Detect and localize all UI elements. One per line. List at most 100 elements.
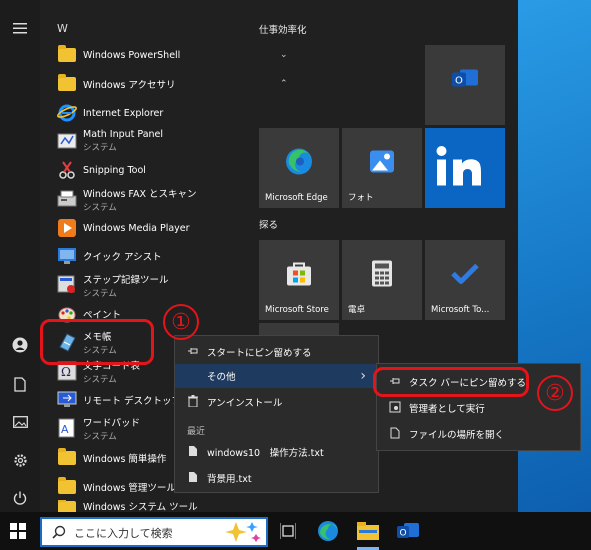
chevron-down-icon[interactable]: ⌄ (280, 50, 288, 60)
app-quick-assist[interactable]: クイック アシスト (48, 242, 248, 270)
context-menu: スタートにピン留めする その他 › アンインストール 最近 windows10 … (174, 335, 379, 493)
power-icon[interactable] (8, 486, 32, 510)
chevron-right-icon: › (360, 368, 366, 384)
annotation-one: ① (163, 304, 199, 340)
steps-recorder-icon (56, 274, 78, 296)
tile-photos[interactable]: フォト (342, 128, 422, 208)
tile-microsoft-store[interactable]: Microsoft Store (259, 240, 339, 320)
app-label: Windows 簡単操作 (83, 454, 167, 465)
app-label: Math Input Panel (83, 129, 164, 140)
hamburger-menu-icon[interactable] (8, 16, 32, 40)
highlight-notepad (40, 319, 154, 365)
app-sublabel: システム (83, 202, 117, 213)
app-internet-explorer[interactable]: Internet Explorer (48, 99, 248, 127)
svg-text:O: O (455, 76, 463, 87)
app-sublabel: システム (83, 288, 117, 299)
tile-calculator[interactable]: 電卓 (342, 240, 422, 320)
snipping-tool-icon (56, 159, 78, 181)
app-label: Windows 管理ツール (83, 483, 176, 494)
recent-item-label: windows10 操作方法.txt (207, 448, 324, 459)
folder-icon (56, 476, 78, 498)
user-account-icon[interactable] (8, 333, 32, 357)
app-snipping-tool[interactable]: Snipping Tool (48, 156, 248, 184)
internet-explorer-icon (56, 102, 78, 124)
tile-linkedin[interactable] (425, 128, 505, 208)
svg-text:O: O (400, 529, 407, 539)
file-location-icon (389, 427, 401, 442)
app-label: Windows PowerShell (83, 49, 181, 61)
recent-header: 最近 (187, 427, 206, 437)
tile-label: Microsoft Store (265, 305, 329, 315)
app-folder-powershell[interactable]: Windows PowerShell ⌄ (48, 41, 288, 69)
taskbar: ここに入力して検索 O (0, 512, 591, 550)
menu-item-uninstall[interactable]: アンインストール (175, 390, 378, 414)
group-title-explore[interactable]: 探る (259, 217, 278, 231)
app-label: Windows Media Player (83, 222, 190, 234)
task-view-icon[interactable] (279, 523, 297, 542)
app-math-input-panel[interactable]: Math Input Panel システム (48, 127, 248, 155)
tile-partial[interactable] (259, 323, 339, 335)
taskbar-search-box[interactable]: ここに入力して検索 (40, 517, 268, 547)
app-label: Windows FAX とスキャン (83, 188, 197, 200)
search-highlight-icon (222, 520, 266, 547)
wordpad-icon: A (56, 417, 78, 439)
app-windows-media-player[interactable]: Windows Media Player (48, 214, 248, 242)
tile-label: 電卓 (348, 305, 366, 315)
windows-start-icon[interactable] (10, 523, 26, 542)
app-windows-fax[interactable]: Windows FAX とスキャン システム (48, 185, 248, 213)
folder-icon (56, 44, 78, 66)
tile-label: Microsoft To... (431, 305, 490, 315)
app-label: ワードパッド (83, 417, 141, 429)
checkmark-icon (450, 262, 480, 289)
menu-item-label: 管理者として実行 (409, 404, 485, 415)
section-letter[interactable]: W (57, 22, 68, 35)
fax-icon (56, 188, 78, 210)
tile-microsoft-edge[interactable]: Microsoft Edge (259, 128, 339, 208)
menu-item-label: アンインストール (207, 398, 283, 409)
file-explorer-icon[interactable] (357, 522, 379, 543)
tile-outlook[interactable]: O (425, 45, 505, 125)
menu-item-pin-to-start[interactable]: スタートにピン留めする (175, 340, 378, 364)
settings-gear-icon[interactable] (8, 448, 32, 472)
tile-microsoft-todo[interactable]: Microsoft To... (425, 240, 505, 320)
menu-item-open-file-location[interactable]: ファイルの場所を開く (377, 422, 580, 446)
media-player-icon (56, 217, 78, 239)
search-icon (52, 525, 66, 542)
menu-item-more[interactable]: その他 › (175, 364, 378, 388)
chevron-up-icon[interactable]: ⌃ (280, 79, 288, 89)
app-sublabel: システム (83, 143, 117, 153)
start-rail (0, 0, 40, 512)
search-placeholder: ここに入力して検索 (74, 527, 173, 540)
trash-icon (187, 394, 199, 410)
menu-item-label: ファイルの場所を開く (409, 430, 505, 441)
pictures-icon[interactable] (8, 410, 32, 434)
outlook-taskbar-icon[interactable]: O (397, 521, 419, 544)
pin-icon (187, 346, 199, 359)
app-steps-recorder[interactable]: ステップ記録ツール システム (48, 271, 248, 299)
annotation-two: ② (537, 375, 573, 411)
recent-item[interactable]: 背景用.txt (175, 466, 378, 490)
app-label: Snipping Tool (83, 164, 146, 176)
tile-label: フォト (348, 193, 374, 203)
app-folder-accessories[interactable]: Windows アクセサリ ⌃ (48, 70, 288, 98)
linkedin-icon (435, 146, 495, 191)
photos-icon (369, 150, 395, 177)
admin-shield-icon (389, 401, 401, 416)
app-sublabel: システム (83, 431, 117, 442)
menu-item-label: スタートにピン留めする (207, 348, 312, 359)
app-label: Internet Explorer (83, 107, 164, 119)
remote-desktop-icon (56, 389, 78, 411)
folder-icon (56, 73, 78, 95)
folder-icon (56, 500, 78, 512)
recent-item[interactable]: windows10 操作方法.txt (175, 440, 378, 464)
quick-assist-icon (56, 245, 78, 267)
file-icon (187, 445, 199, 460)
math-input-icon (56, 130, 78, 152)
documents-icon[interactable] (8, 372, 32, 396)
calculator-icon (371, 260, 393, 291)
group-title-productivity[interactable]: 仕事効率化 (259, 22, 307, 36)
highlight-pin-taskbar (373, 367, 529, 397)
edge-taskbar-icon[interactable] (317, 520, 339, 545)
app-folder-system-tools[interactable]: Windows システム ツール ⌄ (48, 500, 248, 512)
svg-text:Ω: Ω (61, 365, 71, 379)
